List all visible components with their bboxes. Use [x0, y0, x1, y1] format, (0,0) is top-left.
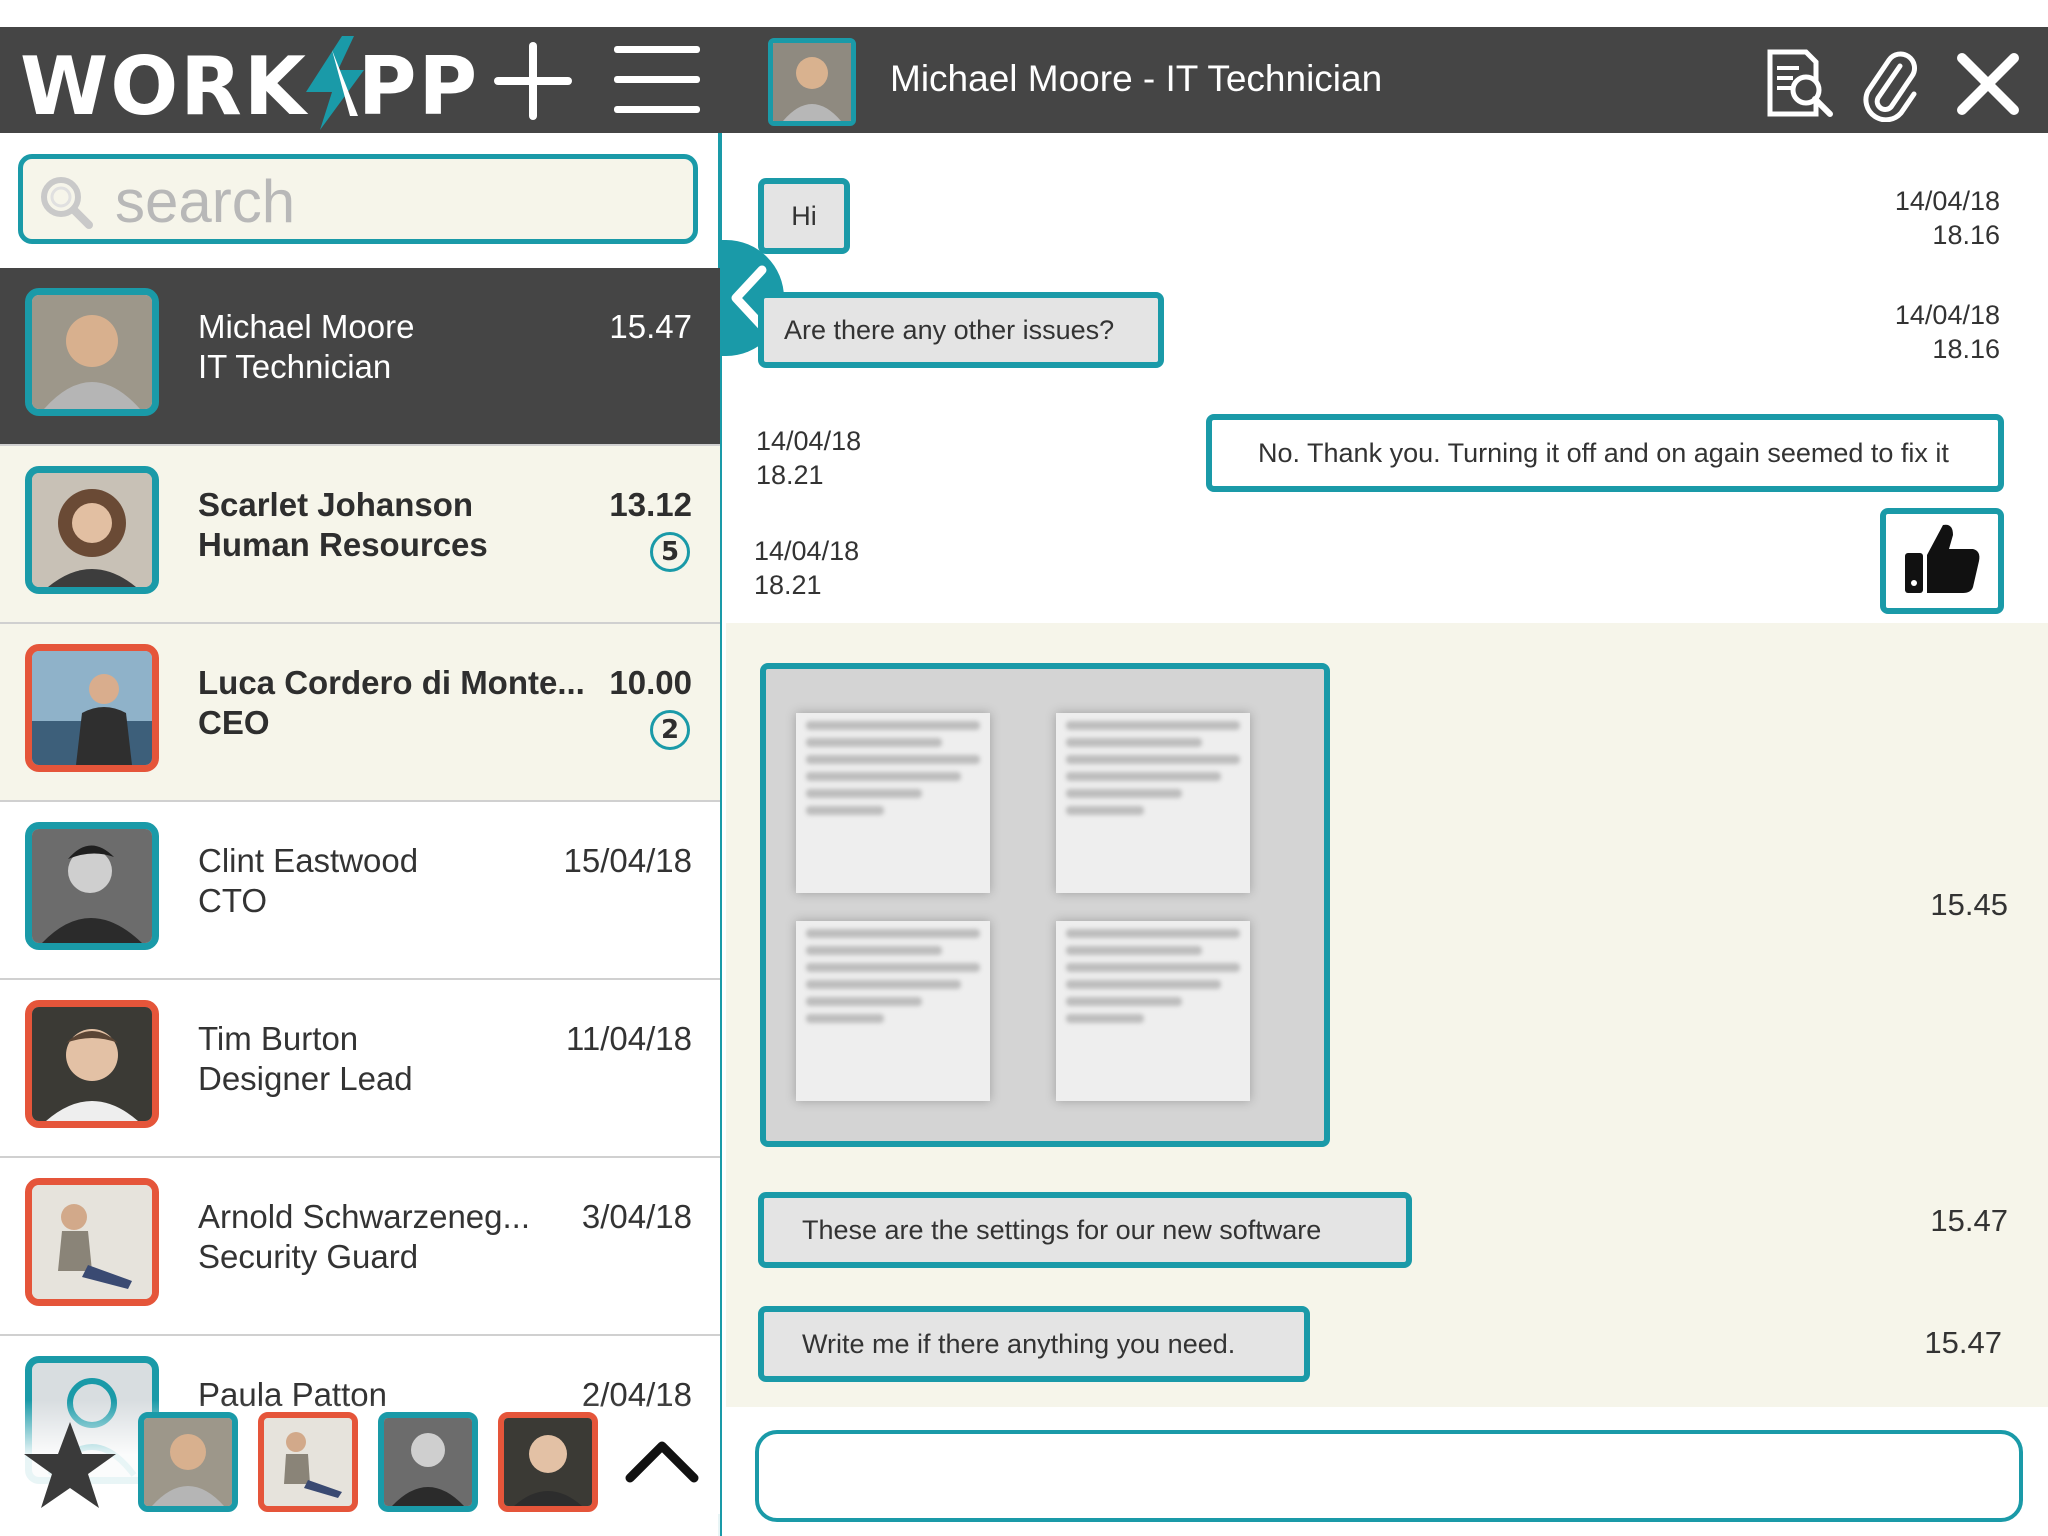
message-input[interactable]: [759, 1434, 2019, 1518]
message-bubble[interactable]: Hi: [758, 178, 850, 254]
contact-role: CEO: [198, 704, 270, 741]
thumbs-up-message[interactable]: [1880, 508, 2004, 614]
favorite-avatar-clint-eastwood[interactable]: [378, 1412, 478, 1512]
contact-name: Clint Eastwood: [198, 842, 419, 879]
message-timestamp: 15.47: [1924, 1325, 2002, 1360]
favorite-avatar-arnold[interactable]: [258, 1412, 358, 1512]
plus-icon[interactable]: [490, 38, 576, 124]
contact-name: Scarlet Johanson: [198, 486, 474, 523]
unread-badge: 5: [650, 532, 690, 572]
contact-name: Luca Cordero di Monte...: [198, 664, 585, 701]
message-timestamp: 14/04/18 18.16: [1894, 186, 2000, 250]
message-timestamp: 15.47: [1930, 1203, 2008, 1238]
star-icon[interactable]: [22, 1418, 118, 1514]
message-bubble[interactable]: Are there any other issues?: [758, 292, 1164, 368]
message-bubble[interactable]: These are the settings for our new softw…: [758, 1192, 1412, 1268]
app-logo: WORK PP: [20, 34, 479, 132]
avatar: [25, 1000, 159, 1128]
message-timestamp: 15.45: [1930, 887, 2008, 922]
chat-header-title: Michael Moore - IT Technician: [890, 58, 1383, 99]
unread-badge: 2: [650, 710, 690, 750]
contact-row-arnold-schwarzenegger[interactable]: Arnold Schwarzeneg... Security Guard 3/0…: [0, 1158, 720, 1336]
contact-row-scarlet-johanson[interactable]: Scarlet Johanson Human Resources 13.12 5: [0, 446, 720, 624]
avatar: [25, 466, 159, 594]
contact-row-clint-eastwood[interactable]: Clint Eastwood CTO 15/04/18: [0, 802, 720, 980]
contact-time: 10.00: [609, 664, 692, 701]
avatar: [25, 1178, 159, 1306]
close-icon[interactable]: [1956, 52, 2020, 116]
message-timestamp: 14/04/18 18.21: [754, 536, 860, 600]
contact-time: 15.47: [609, 308, 692, 345]
message-timestamp: 14/04/18 18.21: [756, 426, 862, 490]
hamburger-menu-icon[interactable]: [614, 42, 700, 118]
thumbs-up-icon: [1903, 521, 1981, 602]
contact-name: Arnold Schwarzeneg...: [198, 1198, 531, 1235]
avatar: [25, 644, 159, 772]
chat-header-avatar[interactable]: [768, 38, 856, 126]
contact-role: IT Technician: [198, 348, 392, 385]
message-bubble[interactable]: Write me if there anything you need.: [758, 1306, 1310, 1382]
contact-row-michael-moore[interactable]: Michael Moore IT Technician 15.47: [0, 268, 720, 446]
blurred-document-thumbnail: [1056, 921, 1250, 1101]
message-timestamp: 14/04/18 18.16: [1894, 300, 2000, 364]
contact-name: Tim Burton: [198, 1020, 359, 1057]
blurred-document-thumbnail: [796, 713, 990, 893]
contact-role: Human Resources: [198, 526, 488, 563]
contact-time: 3/04/18: [581, 1198, 692, 1235]
message-compose: [755, 1430, 2023, 1522]
contact-role: CTO: [198, 882, 268, 919]
contact-row-luca-cordero[interactable]: Luca Cordero di Monte... CEO 10.00 2: [0, 624, 720, 802]
chevron-up-icon[interactable]: [622, 1432, 702, 1488]
favorite-avatar-tim-burton[interactable]: [498, 1412, 598, 1512]
contact-row-tim-burton[interactable]: Tim Burton Designer Lead 11/04/18: [0, 980, 720, 1158]
search-document-icon[interactable]: [1764, 48, 1836, 118]
search-bar: [18, 154, 698, 244]
search-icon: [37, 173, 97, 233]
blurred-document-thumbnail: [796, 921, 990, 1101]
contact-time: 13.12: [609, 486, 692, 523]
image-attachment[interactable]: [760, 663, 1330, 1147]
message-bubble[interactable]: No. Thank you. Turning it off and on aga…: [1206, 414, 2004, 492]
avatar: [25, 288, 159, 416]
contact-time: 15/04/18: [563, 842, 692, 879]
paperclip-icon[interactable]: [1860, 46, 1920, 123]
blurred-document-thumbnail: [1056, 713, 1250, 893]
contact-role: Security Guard: [198, 1238, 419, 1275]
contact-name: Michael Moore: [198, 308, 415, 345]
contact-role: Designer Lead: [198, 1060, 413, 1097]
favorite-avatar-michael-moore[interactable]: [138, 1412, 238, 1512]
lightning-bolt-icon: [305, 34, 364, 130]
contact-time: 11/04/18: [565, 1020, 692, 1057]
avatar: [25, 822, 159, 950]
search-input[interactable]: [113, 165, 687, 237]
